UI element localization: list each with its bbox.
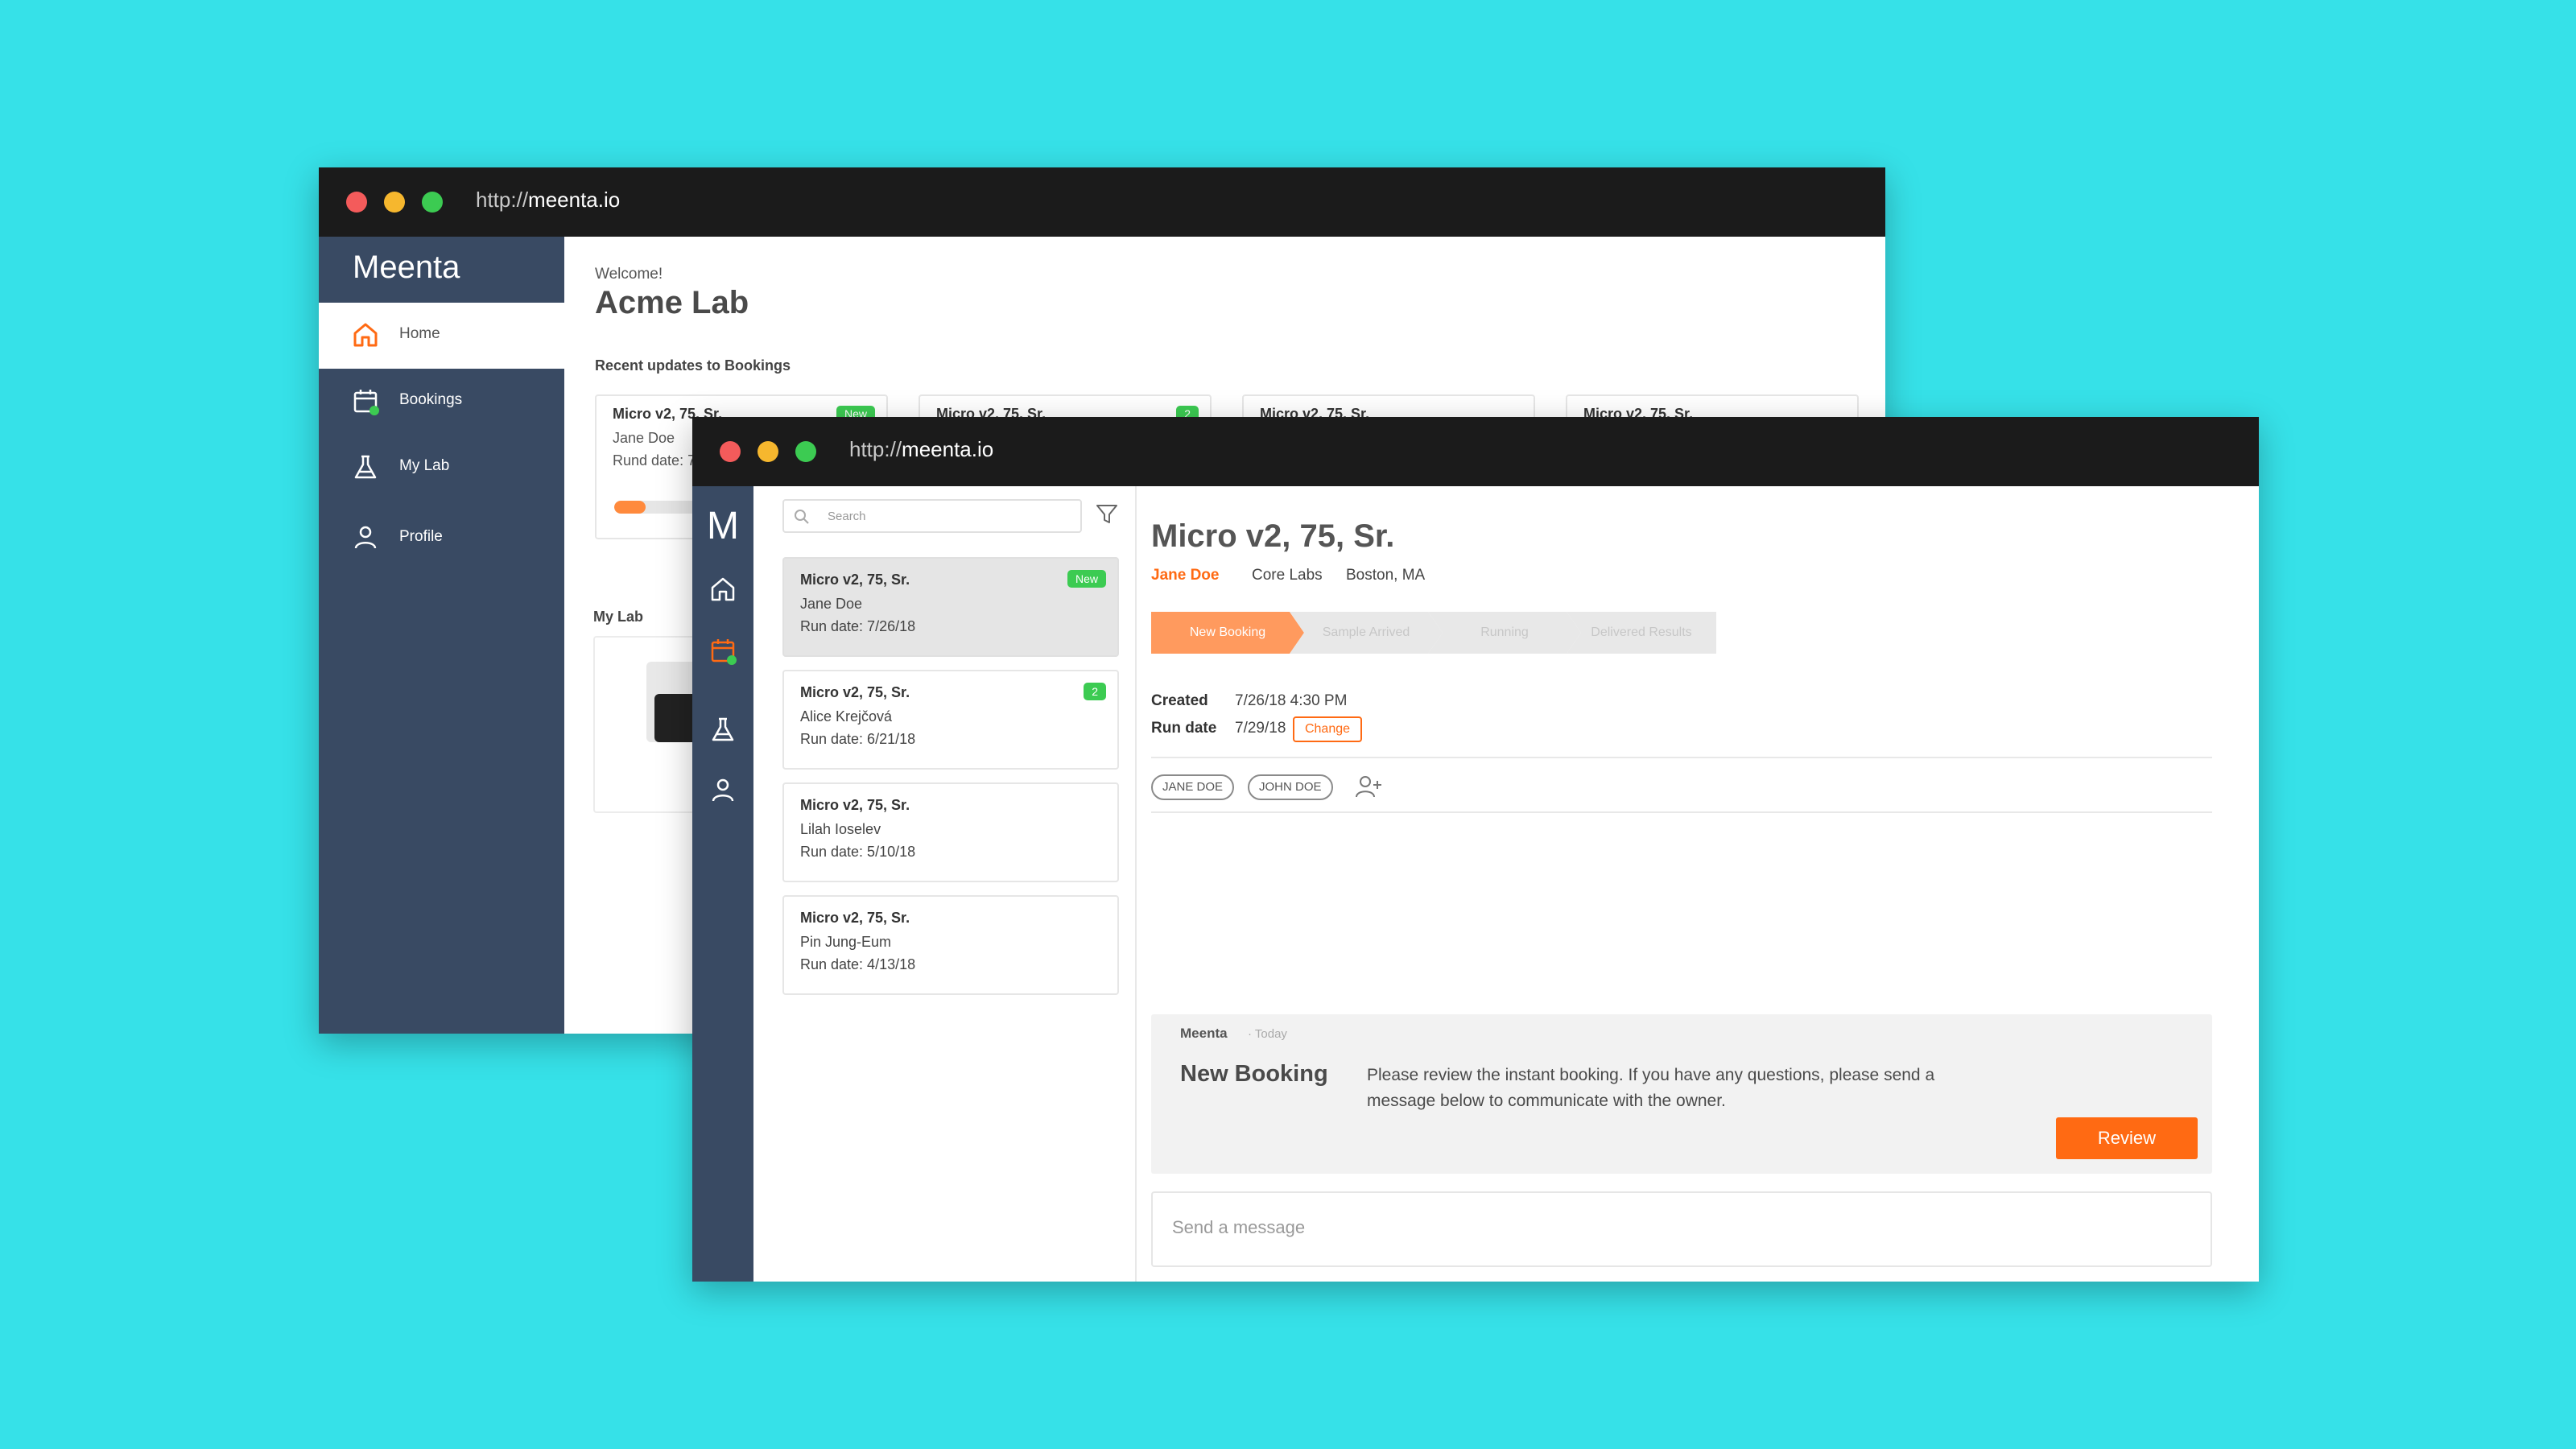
booking-run-date: Run date: 4/13/18 (800, 956, 916, 972)
front-titlebar: http://meenta.io (692, 417, 2259, 486)
close-window-button[interactable] (346, 192, 367, 213)
booking-title: Micro v2, 75, Sr. (800, 797, 910, 813)
sidebar-item-label: Profile (399, 528, 443, 545)
welcome-text: Welcome! (595, 266, 663, 283)
booking-run-date: Run date: 7/26/18 (800, 618, 916, 634)
home-icon (351, 320, 380, 349)
minimize-window-button[interactable] (758, 441, 778, 462)
count-badge: 2 (1084, 683, 1106, 700)
lab-name: Acme Lab (595, 285, 749, 320)
recent-updates-heading: Recent updates to Bookings (595, 357, 791, 374)
app-logo: Meenta (353, 250, 460, 285)
search-input[interactable]: Search (782, 499, 1082, 533)
message-card: Meenta · Today New Booking Please review… (1151, 1014, 2212, 1174)
progress-fill (614, 501, 646, 514)
maximize-window-button[interactable] (795, 441, 816, 462)
step-sample-arrived: Sample Arrived (1290, 612, 1443, 654)
step-new-booking: New Booking (1151, 612, 1304, 654)
sidebar-item-home[interactable]: Home (319, 303, 564, 369)
my-lab-heading: My Lab (593, 609, 644, 625)
booking-list-item[interactable]: Micro v2, 75, Sr. New Jane Doe Run date:… (782, 557, 1119, 657)
step-delivered-results: Delivered Results (1567, 612, 1716, 654)
sidebar-item-profile[interactable]: Profile (319, 506, 564, 572)
booking-detail-panel: Micro v2, 75, Sr. Jane Doe Core Labs Bos… (1137, 486, 2259, 1282)
booking-title: Micro v2, 75, Sr. (800, 572, 910, 588)
booking-list-item[interactable]: Micro v2, 75, Sr. Lilah Ioselev Run date… (782, 782, 1119, 882)
message-title: New Booking (1180, 1061, 1328, 1087)
change-run-date-button[interactable]: Change (1293, 716, 1362, 742)
booking-run-date: Run date: 5/10/18 (800, 844, 916, 860)
sidebar-item-my-lab[interactable]: My Lab (319, 435, 564, 501)
member-chip[interactable]: JANE DOE (1151, 774, 1235, 800)
message-time: · Today (1248, 1027, 1287, 1041)
booking-owner: Alice Krejčová (800, 708, 893, 724)
bookings-list-panel: Search Micro v2, 75, Sr. New Jane Doe Ru… (753, 486, 1137, 1282)
maximize-window-button[interactable] (422, 192, 443, 213)
url-host: meenta.io (528, 188, 621, 212)
add-person-icon[interactable] (1354, 773, 1383, 802)
booking-list-item[interactable]: Micro v2, 75, Sr. Pin Jung-Eum Run date:… (782, 895, 1119, 995)
search-icon (794, 509, 810, 525)
sidebar-item-bookings[interactable]: Bookings (319, 369, 564, 435)
created-value: 7/26/18 4:30 PM (1235, 692, 1348, 709)
run-date-label: Run date (1151, 720, 1217, 737)
sidebar-item-label: Bookings (399, 391, 463, 408)
minimize-window-button[interactable] (384, 192, 405, 213)
url-prefix: http:// (849, 437, 902, 461)
message-text: Please review the instant booking. If yo… (1367, 1066, 1935, 1110)
run-date-value: 7/29/18 (1235, 720, 1286, 737)
back-titlebar: http://meenta.io (319, 167, 1885, 237)
search-placeholder: Search (828, 510, 866, 523)
home-icon[interactable] (708, 575, 737, 604)
booking-list-item[interactable]: Micro v2, 75, Sr. 2 Alice Krejčová Run d… (782, 670, 1119, 770)
front-browser-window: http://meenta.io M Search Micro v2, 75, … (692, 417, 2259, 1282)
divider (1151, 811, 2212, 813)
url-prefix: http:// (476, 188, 529, 212)
booking-owner-link[interactable]: Jane Doe (1151, 567, 1219, 584)
booking-owner: Jane Doe (613, 430, 675, 446)
sidebar-item-label: My Lab (399, 457, 450, 474)
created-label: Created (1151, 692, 1208, 709)
flask-icon[interactable] (708, 715, 737, 744)
user-icon (351, 523, 380, 552)
booking-progress-bar (614, 501, 703, 514)
review-button[interactable]: Review (2056, 1117, 2198, 1159)
booking-title: Micro v2, 75, Sr. (800, 910, 910, 926)
calendar-icon[interactable] (708, 636, 737, 665)
booking-owner: Pin Jung-Eum (800, 934, 892, 950)
address-bar[interactable]: http://meenta.io (849, 437, 993, 462)
close-window-button[interactable] (720, 441, 741, 462)
booking-title: Micro v2, 75, Sr. (800, 684, 910, 700)
booking-owner: Lilah Ioselev (800, 821, 881, 837)
new-badge: New (1067, 570, 1106, 588)
step-running: Running (1428, 612, 1581, 654)
booking-detail-title: Micro v2, 75, Sr. (1151, 518, 1395, 554)
member-chip[interactable]: JOHN DOE (1248, 774, 1333, 800)
booking-location: Boston, MA (1346, 567, 1426, 584)
icon-rail: M (692, 486, 753, 1282)
address-bar[interactable]: http://meenta.io (476, 188, 620, 213)
booking-lab: Core Labs (1252, 567, 1323, 584)
booking-owner: Jane Doe (800, 596, 863, 612)
divider (1151, 757, 2212, 758)
sidebar-item-label: Home (399, 325, 440, 342)
message-input[interactable]: Send a message (1151, 1191, 2212, 1267)
booking-run-date: Run date: 6/21/18 (800, 731, 916, 747)
url-host: meenta.io (902, 437, 994, 461)
app-logo: M (707, 505, 739, 547)
sidebar: Meenta Home Bookings My Lab Profile (319, 237, 564, 1034)
flask-icon (351, 452, 380, 481)
message-placeholder: Send a message (1172, 1217, 1306, 1237)
filter-icon[interactable] (1095, 502, 1119, 526)
calendar-icon (351, 386, 380, 415)
user-icon[interactable] (708, 776, 737, 805)
message-sender: Meenta (1180, 1026, 1228, 1041)
status-stepper: New Booking Sample Arrived Running Deliv… (1151, 612, 1716, 654)
